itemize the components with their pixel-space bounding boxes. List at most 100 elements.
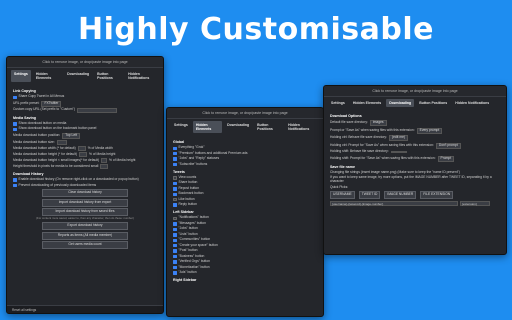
checkbox[interactable] bbox=[173, 222, 177, 226]
toggle-option[interactable]: Reply button bbox=[173, 202, 317, 207]
threshold-input[interactable] bbox=[100, 164, 109, 169]
height-input[interactable] bbox=[78, 152, 87, 157]
toggle-option[interactable]: "Jobs" button bbox=[173, 226, 317, 232]
import-saved-files-button[interactable]: Import download history from saved files bbox=[41, 208, 129, 216]
option-value-field[interactable]: Don't prompt bbox=[435, 142, 461, 149]
drop-image-hint[interactable]: Click to remove image, or drop/paste ima… bbox=[167, 108, 323, 119]
pick-tweet-id-button[interactable]: TWEET ID bbox=[358, 191, 381, 200]
checkbox[interactable] bbox=[173, 243, 177, 248]
option-value-field[interactable]: images bbox=[369, 120, 387, 127]
width-input[interactable] bbox=[77, 146, 86, 151]
toggle-option[interactable]: "Jobs" and "Reply" statuses bbox=[173, 156, 317, 161]
checkbox[interactable] bbox=[173, 260, 177, 264]
toggle-option[interactable]: "Messages" button bbox=[173, 221, 317, 226]
option-value-field[interactable]: Prompt bbox=[437, 155, 455, 162]
checkbox[interactable] bbox=[173, 238, 177, 242]
toggle-option[interactable]: "Post" button bbox=[173, 248, 317, 253]
section-title-left-sidebar: Left Sidebar bbox=[173, 210, 194, 215]
tab-hidden-notifications[interactable]: Hidden Notifications bbox=[285, 121, 319, 133]
reset-settings-link[interactable]: Reset all settings bbox=[7, 305, 163, 313]
checkbox[interactable] bbox=[173, 254, 177, 259]
pick-image-number-button[interactable]: IMAGE NUMBER bbox=[384, 191, 417, 200]
option-value-field[interactable]: (edit me) bbox=[389, 135, 409, 142]
tab-button-positions[interactable]: Button Positions bbox=[416, 99, 450, 107]
toggle-option[interactable]: "Business" button bbox=[173, 254, 317, 259]
checkbox[interactable] bbox=[173, 187, 177, 191]
toggle-option[interactable]: "Ads" button bbox=[173, 270, 317, 275]
pick-username-button[interactable]: USERNAME bbox=[330, 191, 355, 200]
toggle-option[interactable]: "Notifications" button bbox=[173, 216, 317, 221]
checkbox[interactable] bbox=[173, 176, 177, 180]
clear-history-button[interactable]: Clear download history bbox=[41, 189, 129, 198]
option-value-field[interactable] bbox=[390, 151, 407, 154]
tab-settings[interactable]: Settings bbox=[11, 70, 31, 82]
position-select[interactable]: Top Left bbox=[62, 132, 81, 139]
tab-hidden-notifications[interactable]: Hidden Notifications bbox=[125, 70, 159, 82]
pick-file-extension-button[interactable]: FILE EXTENSION bbox=[420, 191, 454, 200]
toggle-option[interactable]: Like button bbox=[173, 197, 317, 202]
export-history-button[interactable]: Export download history bbox=[41, 222, 129, 231]
checkbox[interactable] bbox=[13, 95, 17, 100]
checkbox[interactable] bbox=[173, 271, 177, 275]
toggle-option[interactable]: "Communities" button bbox=[173, 237, 317, 242]
toggle-option[interactable]: "Subscribe" buttons bbox=[173, 162, 317, 167]
toggle-option[interactable]: Bookmark button bbox=[173, 191, 317, 197]
toggle-option[interactable]: Share button bbox=[173, 180, 317, 186]
toggle-option[interactable]: Everything "Grok" bbox=[173, 145, 317, 151]
checkbox[interactable] bbox=[173, 249, 177, 253]
checkbox[interactable] bbox=[173, 216, 177, 221]
tab-downloading[interactable]: Downloading bbox=[224, 121, 252, 133]
tab-settings[interactable]: Settings bbox=[171, 121, 191, 133]
checkbox[interactable] bbox=[173, 197, 177, 202]
option-label: Bookmark button bbox=[178, 191, 204, 196]
checkbox[interactable] bbox=[13, 122, 17, 126]
option-label: "Jobs" and "Reply" statuses bbox=[178, 156, 220, 161]
media-count-button[interactable]: Get users media count bbox=[41, 241, 129, 250]
drop-image-hint[interactable]: Click to remove image, or drop/paste ima… bbox=[7, 57, 163, 68]
checkbox[interactable] bbox=[13, 183, 17, 188]
toggle-option[interactable]: "Lists" button bbox=[173, 232, 317, 237]
toggle-option[interactable]: "Premium" buttons and additional Premium… bbox=[173, 151, 317, 156]
checkbox[interactable] bbox=[173, 157, 177, 161]
tab-hidden-elements[interactable]: Hidden Elements bbox=[192, 121, 223, 133]
checkbox[interactable] bbox=[173, 162, 177, 167]
checkbox[interactable] bbox=[173, 192, 177, 197]
media-option[interactable]: Show download button on the bookmark but… bbox=[13, 127, 157, 132]
toggle-option[interactable]: Repost button bbox=[173, 186, 317, 191]
size-input[interactable] bbox=[56, 140, 67, 145]
toggle-option[interactable]: "Monetization" button bbox=[173, 265, 317, 270]
url-prefix-select[interactable]: FXTwitter bbox=[41, 100, 62, 107]
toggle-option[interactable]: "Create your space" button bbox=[173, 243, 317, 248]
drop-image-hint[interactable]: Click to remove image, or drop/paste ima… bbox=[324, 86, 506, 97]
reports-button[interactable]: Reports as items (All media member) bbox=[41, 231, 129, 240]
tab-downloading[interactable]: Downloading bbox=[386, 99, 415, 107]
checkbox[interactable] bbox=[173, 146, 177, 151]
media-option[interactable]: Show download button on media bbox=[13, 121, 157, 126]
checkbox[interactable] bbox=[173, 181, 177, 186]
checkbox[interactable] bbox=[173, 227, 177, 232]
tab-button-positions[interactable]: Button Positions bbox=[94, 70, 123, 82]
checkbox[interactable] bbox=[173, 265, 177, 270]
share-copy-option[interactable]: Share Copy Tweet in All Menus bbox=[13, 94, 157, 100]
tab-settings[interactable]: Settings bbox=[328, 99, 348, 107]
tab-hidden-elements[interactable]: Hidden Elements bbox=[350, 99, 384, 107]
filename-format-input[interactable]: {username}-{tweet-id}-{image-number} bbox=[330, 200, 458, 206]
tab-hidden-notifications[interactable]: Hidden Notifications bbox=[452, 99, 492, 107]
history-option[interactable]: Prevent downloading of previously downlo… bbox=[13, 183, 157, 188]
option-value-field[interactable]: Every prompt bbox=[416, 127, 443, 134]
tab-downloading[interactable]: Downloading bbox=[64, 70, 92, 82]
checkbox[interactable] bbox=[173, 151, 177, 156]
checkbox[interactable] bbox=[173, 233, 177, 237]
checkbox[interactable] bbox=[173, 203, 177, 207]
filename-extension-input[interactable]: {extension} bbox=[460, 200, 490, 206]
toggle-option[interactable]: View counts bbox=[173, 175, 317, 180]
small-height-input[interactable] bbox=[101, 158, 108, 163]
checkbox[interactable] bbox=[13, 178, 17, 182]
custom-url-input[interactable] bbox=[76, 108, 117, 113]
tab-button-positions[interactable]: Button Positions bbox=[254, 121, 283, 133]
history-option[interactable]: Enable download history (On remove right… bbox=[13, 177, 157, 182]
import-export-button[interactable]: Import download history from export bbox=[41, 198, 129, 207]
tab-hidden-elements[interactable]: Hidden Elements bbox=[33, 70, 62, 82]
toggle-option[interactable]: "Verified Orgs" button bbox=[173, 259, 317, 264]
checkbox[interactable] bbox=[13, 127, 17, 132]
